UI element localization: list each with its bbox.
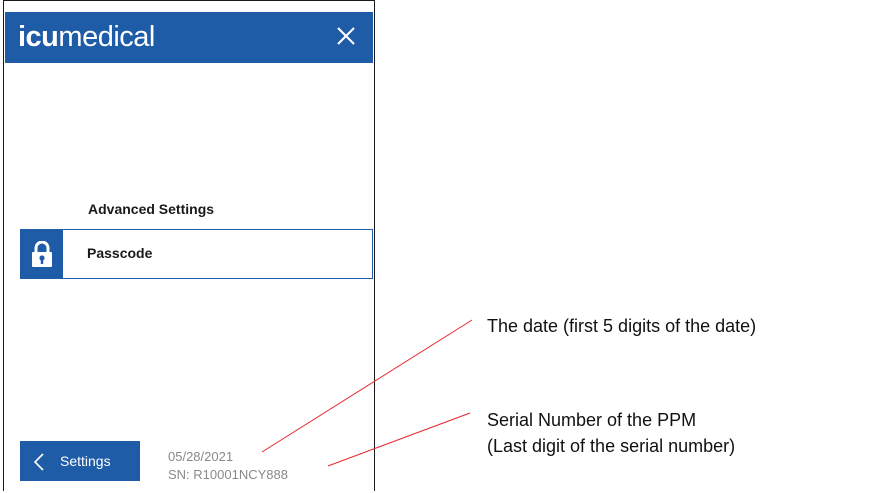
chevron-left-icon — [33, 453, 44, 471]
passcode-label: Passcode — [87, 245, 153, 261]
settings-back-button[interactable]: Settings — [20, 441, 140, 481]
date-display: 05/28/2021 — [168, 449, 234, 464]
logo-bold-text: icu — [18, 21, 59, 53]
date-annotation: The date (first 5 digits of the date) — [487, 316, 757, 336]
settings-back-label: Settings — [60, 453, 111, 469]
lock-icon-box — [21, 230, 63, 278]
logo-light-text: medical — [58, 21, 155, 53]
icu-medical-logo: icumedical — [18, 20, 155, 54]
serial-annotation-line1: Serial Number of the PPM — [487, 410, 697, 430]
serial-annotation-line2: (Last digit of the serial number) — [487, 436, 736, 456]
device-screen: icumedical Advanced Settings Passcode Se… — [3, 0, 375, 491]
app-header: icumedical — [5, 12, 373, 63]
lock-icon — [32, 241, 52, 267]
passcode-item[interactable]: Passcode — [20, 229, 373, 279]
close-button[interactable] — [331, 21, 361, 51]
serial-number-display: SN: R10001NCY888 — [168, 467, 288, 482]
advanced-settings-heading: Advanced Settings — [88, 201, 215, 217]
close-icon — [337, 27, 355, 45]
